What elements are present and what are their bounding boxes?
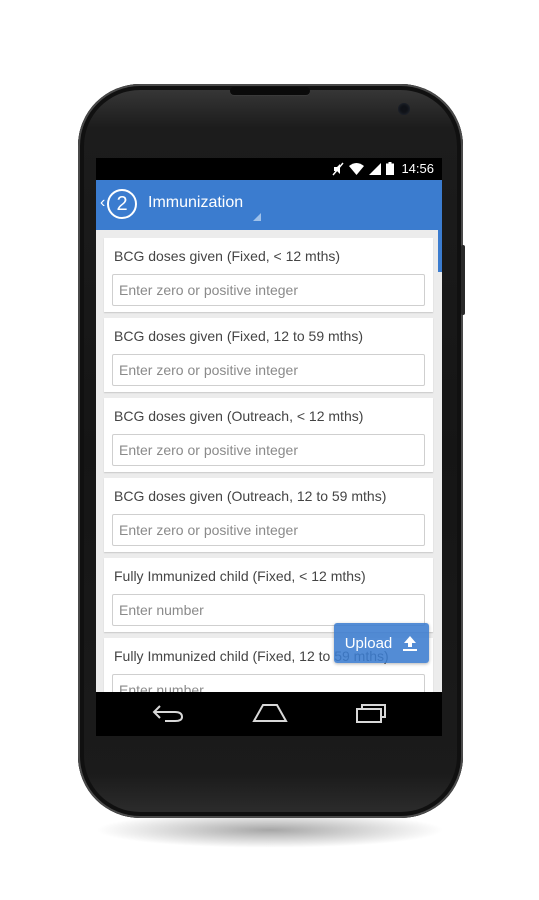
field-input[interactable]	[112, 594, 425, 626]
field-label: BCG doses given (Outreach, 12 to 59 mths…	[114, 488, 387, 504]
scrollbar[interactable]	[438, 230, 442, 272]
field-input[interactable]	[112, 274, 425, 306]
status-bar: 14:56	[96, 158, 442, 180]
page-title[interactable]: Immunization	[148, 194, 243, 212]
field-label: BCG doses given (Fixed, 12 to 59 mths)	[114, 328, 363, 344]
phone-screen: 14:56 ‹ 2 Immunization BCG doses given (…	[96, 158, 442, 736]
home-icon[interactable]	[252, 702, 288, 724]
status-time: 14:56	[401, 161, 434, 176]
form-field-card: Fully Immunized child (Fixed, < 12 mths)	[104, 558, 433, 632]
back-icon[interactable]	[151, 702, 185, 724]
phone-earpiece	[230, 87, 310, 95]
upload-button-label: Upload	[344, 634, 393, 652]
field-input[interactable]	[112, 674, 425, 692]
form-field-card: BCG doses given (Fixed, < 12 mths)	[104, 238, 433, 312]
mute-icon	[332, 162, 344, 175]
recents-icon[interactable]	[354, 702, 388, 724]
field-label: Fully Immunized child (Fixed, < 12 mths)	[114, 568, 366, 584]
field-input[interactable]	[112, 434, 425, 466]
form-field-card: BCG doses given (Outreach, 12 to 59 mths…	[104, 478, 433, 552]
upload-button[interactable]: Upload	[334, 623, 429, 663]
back-chevron-icon[interactable]: ‹	[100, 194, 105, 212]
field-label: BCG doses given (Outreach, < 12 mths)	[114, 408, 364, 424]
wifi-icon	[349, 162, 365, 175]
signal-icon	[369, 162, 382, 175]
dropdown-indicator-icon[interactable]	[253, 213, 261, 221]
step-number-badge: 2	[107, 189, 137, 219]
front-camera	[398, 103, 410, 115]
form-field-card: BCG doses given (Outreach, < 12 mths)	[104, 398, 433, 472]
field-input[interactable]	[112, 514, 425, 546]
upload-icon	[403, 636, 418, 651]
field-input[interactable]	[112, 354, 425, 386]
system-nav-bar	[96, 692, 442, 736]
power-button	[461, 245, 465, 315]
field-label: BCG doses given (Fixed, < 12 mths)	[114, 248, 341, 264]
form-field-card: BCG doses given (Fixed, 12 to 59 mths)	[104, 318, 433, 392]
app-bar: ‹ 2 Immunization	[96, 180, 442, 230]
battery-icon	[386, 162, 395, 175]
